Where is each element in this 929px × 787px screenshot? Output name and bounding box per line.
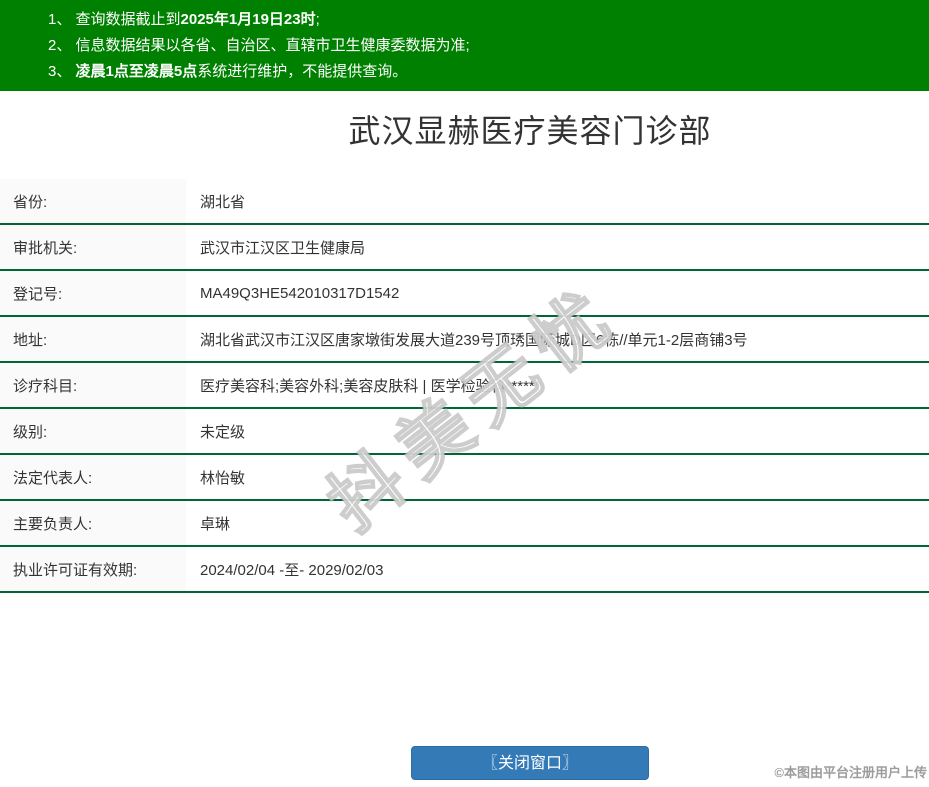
notice-line-2: 2、 信息数据结果以各省、自治区、直辖市卫生健康委数据为准; <box>48 33 929 59</box>
table-row-level: 级别: 未定级 <box>0 409 929 455</box>
row-value: 未定级 <box>200 423 246 441</box>
close-window-button[interactable]: 〖关闭窗口〗 <box>411 746 649 780</box>
row-value: 医疗美容科;美容外科;美容皮肤科 | 医学检验科****** <box>200 377 541 395</box>
row-value: 2024/02/04 -至- 2029/02/03 <box>200 561 384 579</box>
table-row-address: 地址: 湖北省武汉市江汉区唐家墩街发展大道239号顶琇国际城D区6栋//单元1-… <box>0 317 929 363</box>
table-row-registration-number: 登记号: MA49Q3HE542010317D1542 <box>0 271 929 317</box>
notice-line-1: 1、 查询数据截止到2025年1月19日23时; <box>48 7 929 33</box>
table-row-principal: 主要负责人: 卓琳 <box>0 501 929 547</box>
notice-3-bold: 凌晨1点至凌晨5点 <box>75 63 198 80</box>
row-label: 登记号: <box>0 271 186 315</box>
row-label: 主要负责人: <box>0 501 186 545</box>
row-label: 诊疗科目: <box>0 363 186 407</box>
row-value: MA49Q3HE542010317D1542 <box>200 284 400 302</box>
notice-3-suffix: 系统进行维护，不能提供查询。 <box>197 63 408 80</box>
institution-detail-table: 省份: 湖北省 审批机关: 武汉市江汉区卫生健康局 登记号: MA49Q3HE5… <box>0 179 929 593</box>
row-value: 林怡敏 <box>200 469 246 487</box>
row-label: 省份: <box>0 179 186 223</box>
page-content: 1、 查询数据截止到2025年1月19日23时; 2、 信息数据结果以各省、自治… <box>0 0 929 780</box>
row-value: 卓琳 <box>200 515 231 533</box>
row-label: 审批机关: <box>0 225 186 269</box>
notice-line-3: 3、 凌晨1点至凌晨5点系统进行维护，不能提供查询。 <box>48 59 929 85</box>
table-row-approval-authority: 审批机关: 武汉市江汉区卫生健康局 <box>0 225 929 271</box>
table-row-province: 省份: 湖北省 <box>0 179 929 225</box>
row-value: 湖北省 <box>200 193 246 211</box>
row-label: 法定代表人: <box>0 455 186 499</box>
table-row-license-validity: 执业许可证有效期: 2024/02/04 -至- 2029/02/03 <box>0 547 929 593</box>
table-row-legal-representative: 法定代表人: 林怡敏 <box>0 455 929 501</box>
page-viewport: 1、 查询数据截止到2025年1月19日23时; 2、 信息数据结果以各省、自治… <box>0 0 929 787</box>
page-title: 武汉显赫医疗美容门诊部 <box>348 113 712 149</box>
row-label: 级别: <box>0 409 186 453</box>
notice-1-suffix: ; <box>315 11 320 28</box>
notice-1-prefix: 1、 查询数据截止到 <box>48 11 181 28</box>
notice-banner: 1、 查询数据截止到2025年1月19日23时; 2、 信息数据结果以各省、自治… <box>0 0 929 91</box>
row-label: 地址: <box>0 317 186 361</box>
notice-1-bold: 2025年1月19日23时 <box>180 11 316 28</box>
notice-2-prefix: 2、 信息数据结果以各省、自治区、直辖市卫生健康委数据为准; <box>48 37 470 54</box>
copyright-note: ©本图由平台注册用户上传 <box>774 765 927 780</box>
table-row-medical-subjects: 诊疗科目: 医疗美容科;美容外科;美容皮肤科 | 医学检验科****** <box>0 363 929 409</box>
row-value: 湖北省武汉市江汉区唐家墩街发展大道239号顶琇国际城D区6栋//单元1-2层商铺… <box>200 331 748 349</box>
row-label: 执业许可证有效期: <box>0 547 186 591</box>
notice-3-prefix: 3、 <box>48 63 76 80</box>
row-value: 武汉市江汉区卫生健康局 <box>200 239 366 257</box>
